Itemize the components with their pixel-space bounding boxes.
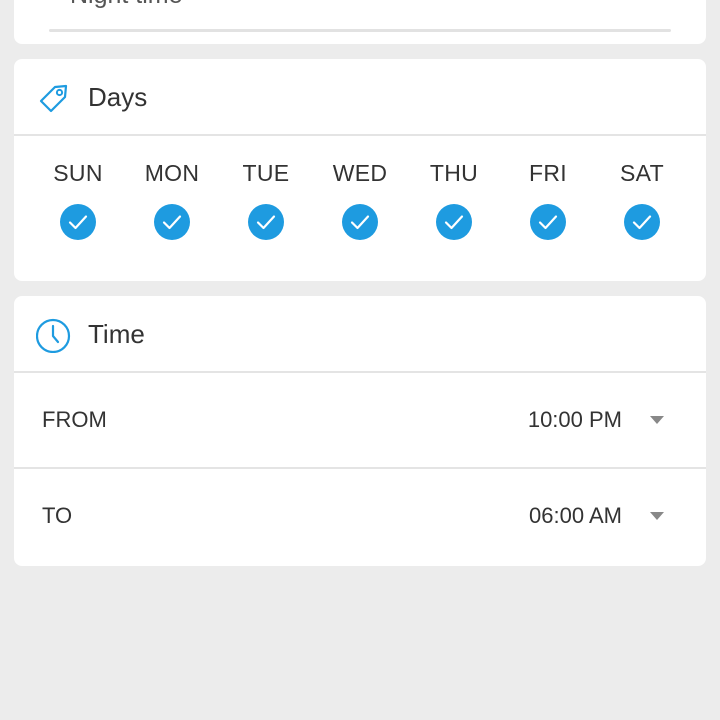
tag-icon	[36, 80, 72, 116]
time-card: Time FROM 10:00 PM TO 06:00 AM	[14, 296, 706, 566]
days-selector: SUN MON TUE WED THU FRI SAT	[14, 159, 706, 269]
day-label: MON	[144, 160, 200, 186]
check-icon	[256, 215, 276, 230]
check-icon	[68, 215, 88, 230]
dropdown-arrow-icon[interactable]	[650, 512, 664, 520]
time-to-row[interactable]: TO 06:00 AM	[14, 469, 706, 565]
time-title: Time	[88, 319, 145, 349]
check-icon	[162, 215, 182, 230]
day-thu: THU	[407, 159, 501, 240]
from-time-select[interactable]: 10:00 PM	[528, 406, 622, 434]
day-checkbox-fri[interactable]	[530, 204, 566, 240]
schedule-name-card: Night time	[14, 0, 706, 44]
day-sun: SUN	[31, 159, 125, 240]
from-label: FROM	[42, 407, 107, 432]
day-fri: FRI	[501, 159, 595, 240]
day-label: THU	[429, 160, 479, 186]
clock-icon	[35, 317, 72, 354]
dropdown-arrow-icon[interactable]	[650, 416, 664, 424]
day-checkbox-tue[interactable]	[248, 204, 284, 240]
day-label: SUN	[53, 160, 103, 186]
day-checkbox-thu[interactable]	[436, 204, 472, 240]
day-label: SAT	[620, 160, 664, 186]
time-from-row[interactable]: FROM 10:00 PM	[14, 373, 706, 469]
day-checkbox-sun[interactable]	[60, 204, 96, 240]
schedule-name-input[interactable]: Night time	[70, 0, 183, 10]
day-label: FRI	[529, 160, 567, 186]
check-icon	[632, 215, 652, 230]
days-title: Days	[88, 82, 148, 112]
check-icon	[350, 215, 370, 230]
day-tue: TUE	[219, 159, 313, 240]
time-header: Time	[14, 296, 706, 373]
days-header: Days	[14, 59, 706, 136]
day-checkbox-wed[interactable]	[342, 204, 378, 240]
day-label: TUE	[242, 160, 290, 186]
day-checkbox-sat[interactable]	[624, 204, 660, 240]
day-sat: SAT	[595, 159, 689, 240]
day-label: WED	[332, 160, 388, 186]
check-icon	[538, 215, 558, 230]
day-wed: WED	[313, 159, 407, 240]
schedule-name-underline	[49, 29, 671, 32]
days-card: Days SUN MON TUE WED THU FRI SAT	[14, 59, 706, 281]
to-time-select[interactable]: 06:00 AM	[529, 502, 622, 530]
day-mon: MON	[125, 159, 219, 240]
day-checkbox-mon[interactable]	[154, 204, 190, 240]
to-label: TO	[42, 503, 73, 528]
check-icon	[444, 215, 464, 230]
